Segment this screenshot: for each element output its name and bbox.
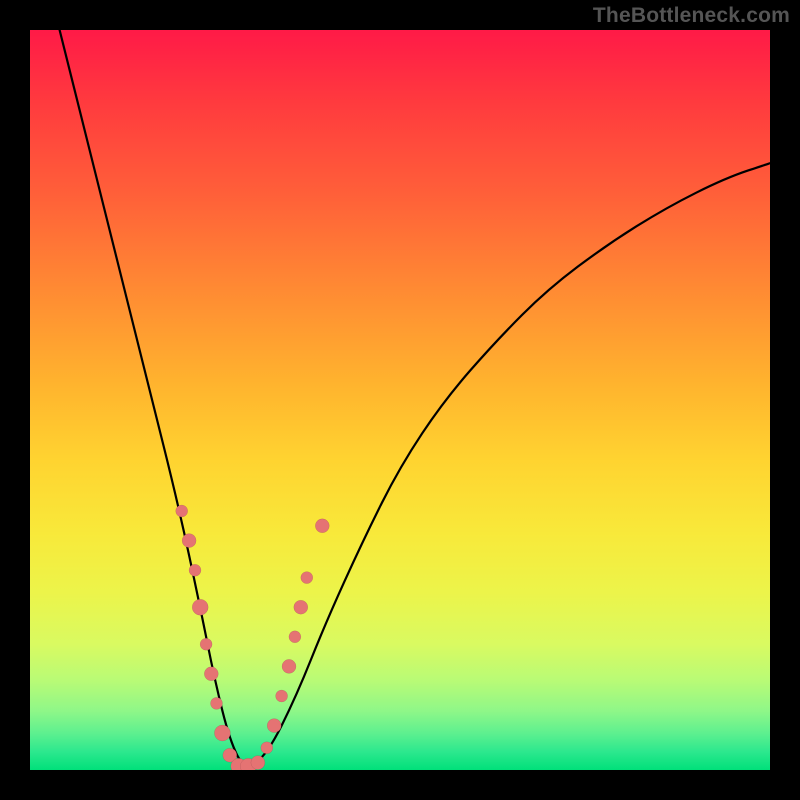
highlight-dot — [267, 719, 281, 733]
highlight-dot — [315, 519, 329, 533]
highlight-dot — [214, 725, 230, 741]
watermark-text: TheBottleneck.com — [593, 4, 790, 28]
chart-svg — [30, 30, 770, 770]
bottleneck-curve — [60, 30, 770, 765]
highlight-dot — [192, 599, 208, 615]
highlight-dot — [200, 638, 212, 650]
highlight-dot — [282, 659, 296, 673]
plot-area — [30, 30, 770, 770]
highlight-dot — [223, 748, 237, 762]
highlight-dot — [211, 697, 223, 709]
highlight-dot — [289, 631, 301, 643]
highlight-dot — [251, 756, 265, 770]
highlight-dot — [240, 758, 256, 770]
highlight-dot — [301, 572, 313, 584]
highlighted-points-group — [176, 505, 330, 770]
highlight-dot — [182, 534, 196, 548]
highlight-dot — [176, 505, 188, 517]
highlight-dot — [231, 758, 247, 770]
highlight-dot — [204, 667, 218, 681]
highlight-dot — [189, 564, 201, 576]
highlight-dot — [276, 690, 288, 702]
chart-frame: TheBottleneck.com — [0, 0, 800, 800]
highlight-dot — [261, 742, 273, 754]
highlight-dot — [294, 600, 308, 614]
